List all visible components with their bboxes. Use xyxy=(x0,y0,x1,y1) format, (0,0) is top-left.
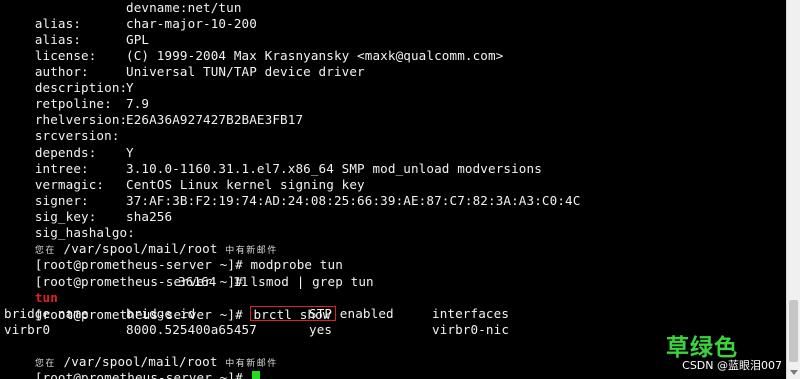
modinfo-line: intree: Y xyxy=(4,145,134,176)
header-interfaces: interfaces xyxy=(432,306,510,321)
modinfo-line: sig_hashalgo: sha256 xyxy=(4,209,172,240)
modinfo-value: 7.9 xyxy=(126,96,150,111)
modinfo-line: author: (C) 1999-2004 Max Krasnyansky <m… xyxy=(4,48,503,79)
modinfo-value: (C) 1999-2004 Max Krasnyansky <maxk@qual… xyxy=(126,48,504,63)
modinfo-value: E26A36A927427B2BAE3FB17 xyxy=(126,112,304,127)
modinfo-value: 37:AF:3B:F2:19:74:AD:24:08:25:66:39:AE:8… xyxy=(126,193,581,208)
modinfo-value: Y xyxy=(126,80,134,95)
scrollbar-thumb[interactable] xyxy=(789,300,798,362)
interfaces: virbr0-nic xyxy=(432,322,510,337)
terminal-window[interactable]: alias: devname:net/tun alias: char-major… xyxy=(0,0,786,379)
brctl-data-row: virbr0 8000.525400a65457 yes virbr0-nic xyxy=(4,322,509,338)
module-size: 36164 xyxy=(178,274,217,289)
modinfo-line: srcversion: E26A36A927427B2BAE3FB17 xyxy=(4,112,303,143)
module-used-count: 11 xyxy=(233,274,249,289)
modinfo-line: alias: char-major-10-200 xyxy=(4,16,257,47)
command-text: lsmod | grep tun xyxy=(250,274,374,289)
stp-enabled: yes xyxy=(309,322,333,337)
modinfo-line: alias: devname:net/tun xyxy=(4,0,242,31)
modinfo-value: Y xyxy=(126,145,134,160)
bridge-id: 8000.525400a65457 xyxy=(126,322,257,337)
header-stp-enabled: STP enabled xyxy=(309,306,394,321)
command-line-lsmod: [root@prometheus-server ~]# lsmod | grep… xyxy=(4,258,374,289)
modinfo-value: CentOS Linux kernel signing key xyxy=(126,177,365,192)
brctl-header-row: bridge name bridge id STP enabled interf… xyxy=(4,306,509,322)
mail-notice: 您在 /var/spool/mail/root 中有新邮件 xyxy=(4,338,278,369)
bridge-name: virbr0 xyxy=(4,322,51,337)
modinfo-line: retpoline: Y xyxy=(4,80,134,111)
modinfo-value: GPL xyxy=(126,32,150,47)
modinfo-line: description: Universal TUN/TAP device dr… xyxy=(4,64,365,95)
modinfo-line: vermagic: 3.10.0-1160.31.1.el7.x86_64 SM… xyxy=(4,161,542,192)
modinfo-value: devname:net/tun xyxy=(126,0,242,15)
modinfo-value: Universal TUN/TAP device driver xyxy=(126,64,365,79)
header-bridge-name: bridge name xyxy=(4,306,89,321)
mail-notice: 您在 /var/spool/mail/root 中有新邮件 xyxy=(4,225,278,256)
lsmod-output: tun 36164 11 xyxy=(4,274,248,305)
modinfo-line: rhelversion: 7.9 xyxy=(4,96,149,127)
vertical-scrollbar[interactable] xyxy=(786,0,800,379)
command-line-current[interactable]: [root@prometheus-server ~]# xyxy=(4,354,261,379)
modinfo-value: char-major-10-200 xyxy=(126,16,257,31)
modinfo-line: sig_key: 37:AF:3B:F2:19:74:AD:24:08:25:6… xyxy=(4,193,581,224)
modinfo-line: signer: CentOS Linux kernel signing key xyxy=(4,177,365,208)
text-cursor[interactable] xyxy=(252,371,261,379)
scroll-down-arrow-icon[interactable] xyxy=(790,370,798,375)
command-line-brctl: [root@prometheus-server ~]# brctl show xyxy=(4,290,336,322)
command-line-modprobe: [root@prometheus-server ~]# modprobe tun xyxy=(4,241,343,272)
csdn-credit: CSDN @蓝眼泪007 xyxy=(682,359,782,372)
shell-prompt: [root@prometheus-server ~]# xyxy=(34,274,251,289)
modinfo-value: sha256 xyxy=(126,209,173,224)
shell-prompt: [root@prometheus-server ~]# xyxy=(34,370,251,379)
modinfo-line: depends: xyxy=(4,129,97,160)
modinfo-value: 3.10.0-1160.31.1.el7.x86_64 SMP mod_unlo… xyxy=(126,161,542,176)
modinfo-line: license: GPL xyxy=(4,32,149,63)
header-bridge-id: bridge id xyxy=(126,306,196,321)
